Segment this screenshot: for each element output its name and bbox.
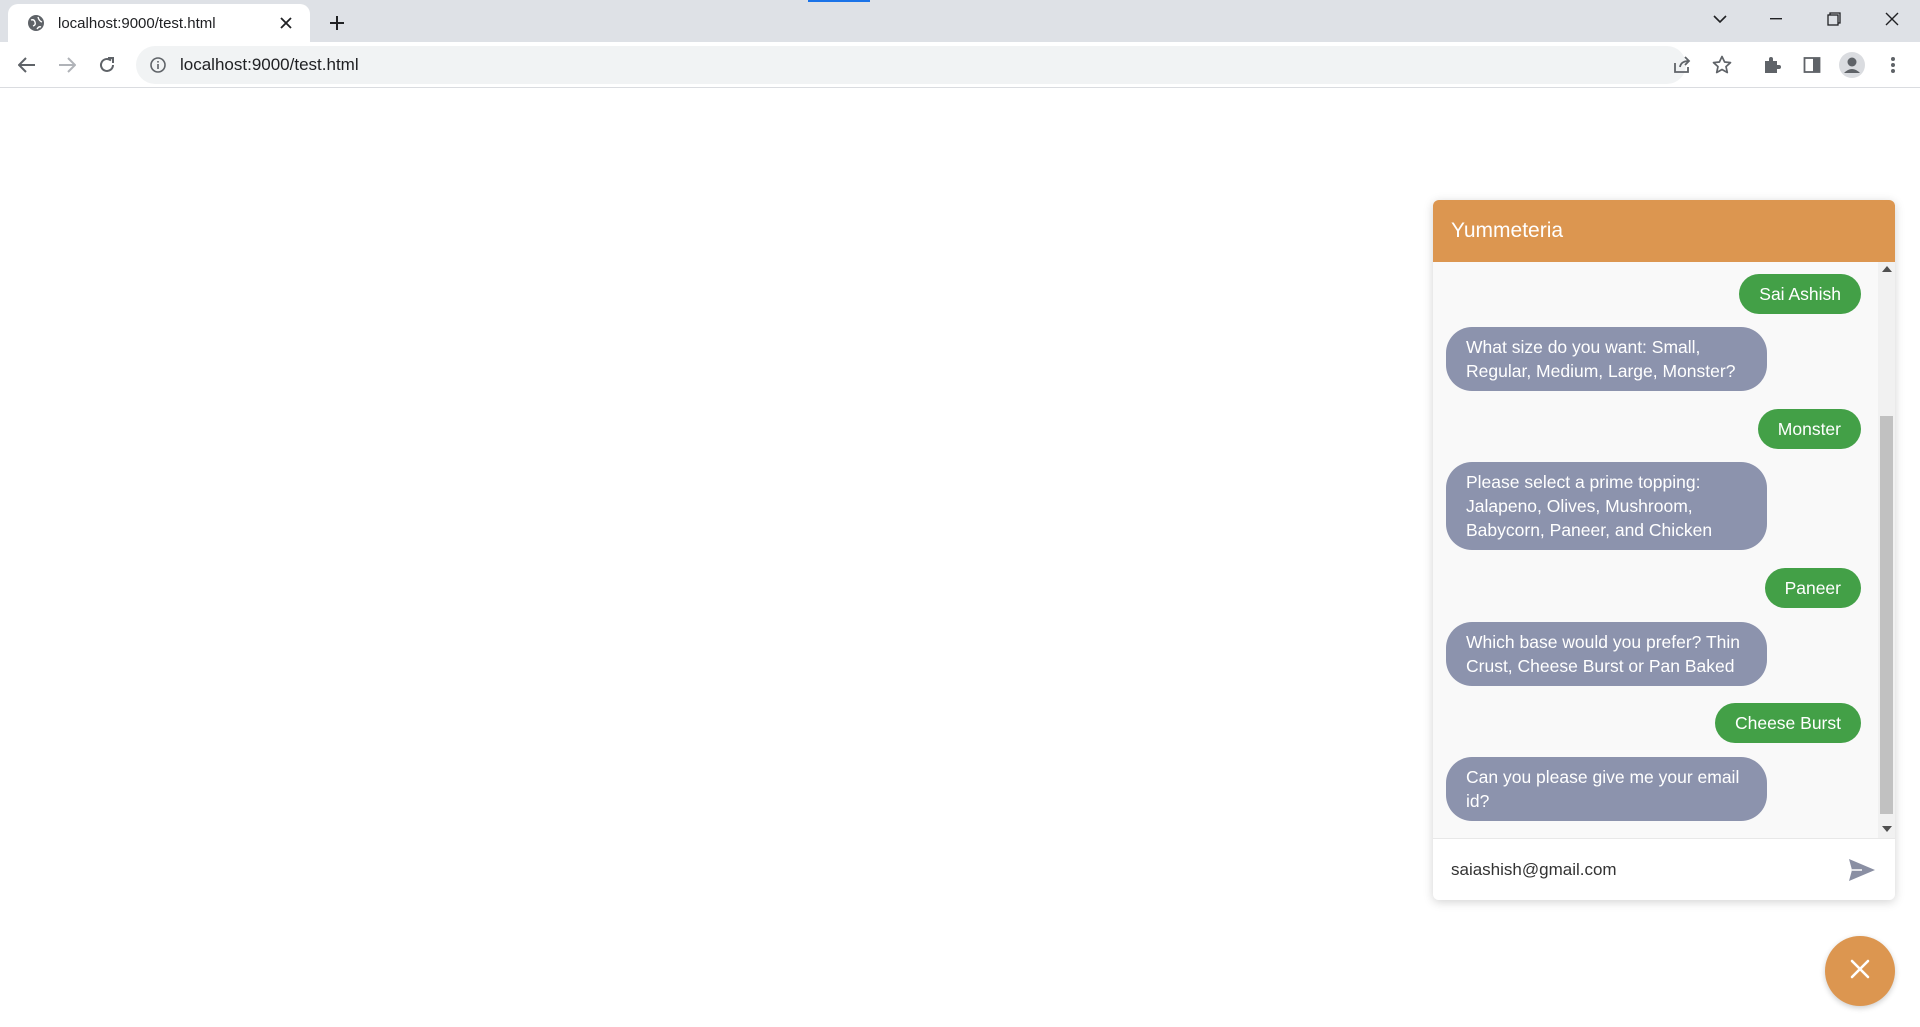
- chat-messages[interactable]: Sai Ashish What size do you want: Small,…: [1433, 262, 1895, 838]
- chat-input-bar: [1433, 838, 1895, 900]
- info-icon[interactable]: [148, 55, 168, 75]
- chat-widget: Yummeteria Sai Ashish What size do you w…: [1433, 200, 1895, 900]
- extensions-icon[interactable]: [1756, 49, 1788, 81]
- restore-button[interactable]: [1806, 0, 1862, 38]
- tab-strip: localhost:9000/test.html: [0, 0, 1920, 42]
- chat-scrollbar[interactable]: [1878, 262, 1895, 838]
- url-text: localhost:9000/test.html: [180, 55, 359, 74]
- user-message: Paneer: [1764, 568, 1861, 608]
- profile-avatar-icon[interactable]: [1836, 49, 1868, 81]
- bookmark-star-icon[interactable]: [1708, 51, 1736, 79]
- loading-indicator: [808, 0, 870, 2]
- chat-header: Yummeteria: [1433, 200, 1895, 262]
- scroll-down-arrow-icon[interactable]: [1882, 826, 1892, 832]
- back-button[interactable]: [11, 49, 43, 81]
- bot-message: What size do you want: Small, Regular, M…: [1446, 327, 1767, 391]
- new-tab-button[interactable]: [323, 9, 351, 37]
- bot-message: Can you please give me your email id?: [1446, 757, 1767, 821]
- bot-message: Which base would you prefer? Thin Crust,…: [1446, 622, 1767, 686]
- message-input[interactable]: [1433, 859, 1823, 880]
- globe-icon: [26, 13, 46, 33]
- scroll-thumb[interactable]: [1880, 416, 1893, 814]
- reload-button[interactable]: [91, 49, 123, 81]
- tab-search-button[interactable]: [1692, 0, 1748, 38]
- send-icon[interactable]: [1847, 856, 1877, 884]
- close-window-button[interactable]: [1864, 0, 1920, 38]
- user-message: Cheese Burst: [1714, 703, 1861, 743]
- browser-tab[interactable]: localhost:9000/test.html: [8, 4, 310, 42]
- side-panel-icon[interactable]: [1796, 49, 1828, 81]
- forward-button[interactable]: [51, 49, 83, 81]
- close-chat-button[interactable]: [1825, 936, 1895, 1006]
- address-bar[interactable]: localhost:9000/test.html: [136, 46, 1686, 84]
- bot-message: Please select a prime topping: Jalapeno,…: [1446, 462, 1767, 550]
- scroll-up-arrow-icon[interactable]: [1882, 266, 1892, 272]
- close-icon: [1850, 959, 1870, 984]
- minimize-button[interactable]: [1748, 0, 1804, 38]
- share-icon[interactable]: [1668, 51, 1696, 79]
- user-message: Monster: [1757, 409, 1861, 449]
- close-tab-icon[interactable]: [274, 11, 298, 35]
- menu-kebab-icon[interactable]: [1877, 49, 1909, 81]
- user-message: Sai Ashish: [1739, 274, 1861, 314]
- tab-title: localhost:9000/test.html: [58, 14, 216, 32]
- browser-toolbar: localhost:9000/test.html: [0, 42, 1920, 88]
- chat-title: Yummeteria: [1451, 219, 1564, 242]
